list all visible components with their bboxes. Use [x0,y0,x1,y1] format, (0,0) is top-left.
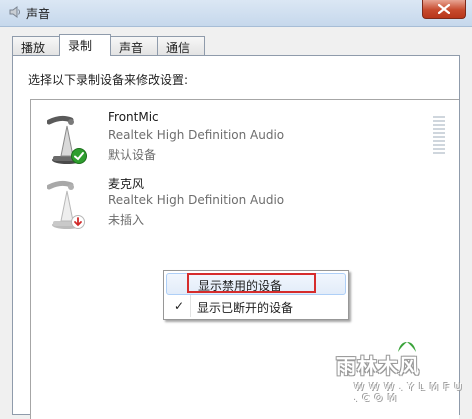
checkmark-icon: ✓ [174,299,185,313]
red-down-arrow-icon [71,215,85,232]
device-driver: Realtek High Definition Audio [108,193,285,207]
tab-communications[interactable]: 通信 [157,36,205,55]
sound-dialog: 声音 播放 录制 声音 通信 选择以下录制设备来修改设置: FrontMic R… [0,0,472,419]
device-item-microphone[interactable]: 麦克风 Realtek High Definition Audio 未插入 [31,173,458,237]
device-item-frontmic[interactable]: FrontMic Realtek High Definition Audio 默… [31,108,458,172]
watermark-text: 雨林木风 [336,354,420,378]
level-meter [433,116,445,156]
device-name: 麦克风 [108,177,145,191]
device-status: 未插入 [108,213,145,227]
device-driver: Realtek High Definition Audio [108,128,285,142]
watermark-url: W W W . Y L M F U . C O M [354,382,463,404]
tab-playback[interactable]: 播放 [12,36,60,55]
title-bar[interactable]: 声音 [0,0,472,27]
menu-item-label: 显示禁用的设备 [198,279,283,293]
green-check-icon [71,148,87,167]
tab-sounds[interactable]: 声音 [110,36,158,55]
context-menu: 显示禁用的设备 ✓ 显示已断开的设备 [163,270,349,320]
device-status: 默认设备 [108,148,157,162]
tab-recording[interactable]: 录制 [59,34,111,56]
close-button[interactable] [422,0,466,19]
window-title: 声音 [26,7,51,21]
menu-item-show-disconnected[interactable]: ✓ 显示已断开的设备 [166,296,346,318]
menu-item-show-disabled[interactable]: 显示禁用的设备 [166,273,346,295]
microphone-icon [46,112,87,167]
device-name: FrontMic [108,110,159,124]
instruction-label: 选择以下录制设备来修改设置: [28,73,189,87]
menu-item-label: 显示已断开的设备 [197,301,294,315]
close-icon [438,4,450,14]
speaker-icon [8,5,22,19]
watermark: 雨林木风 W W W . Y L M F U . C O M [334,340,466,404]
microphone-icon [46,177,87,232]
